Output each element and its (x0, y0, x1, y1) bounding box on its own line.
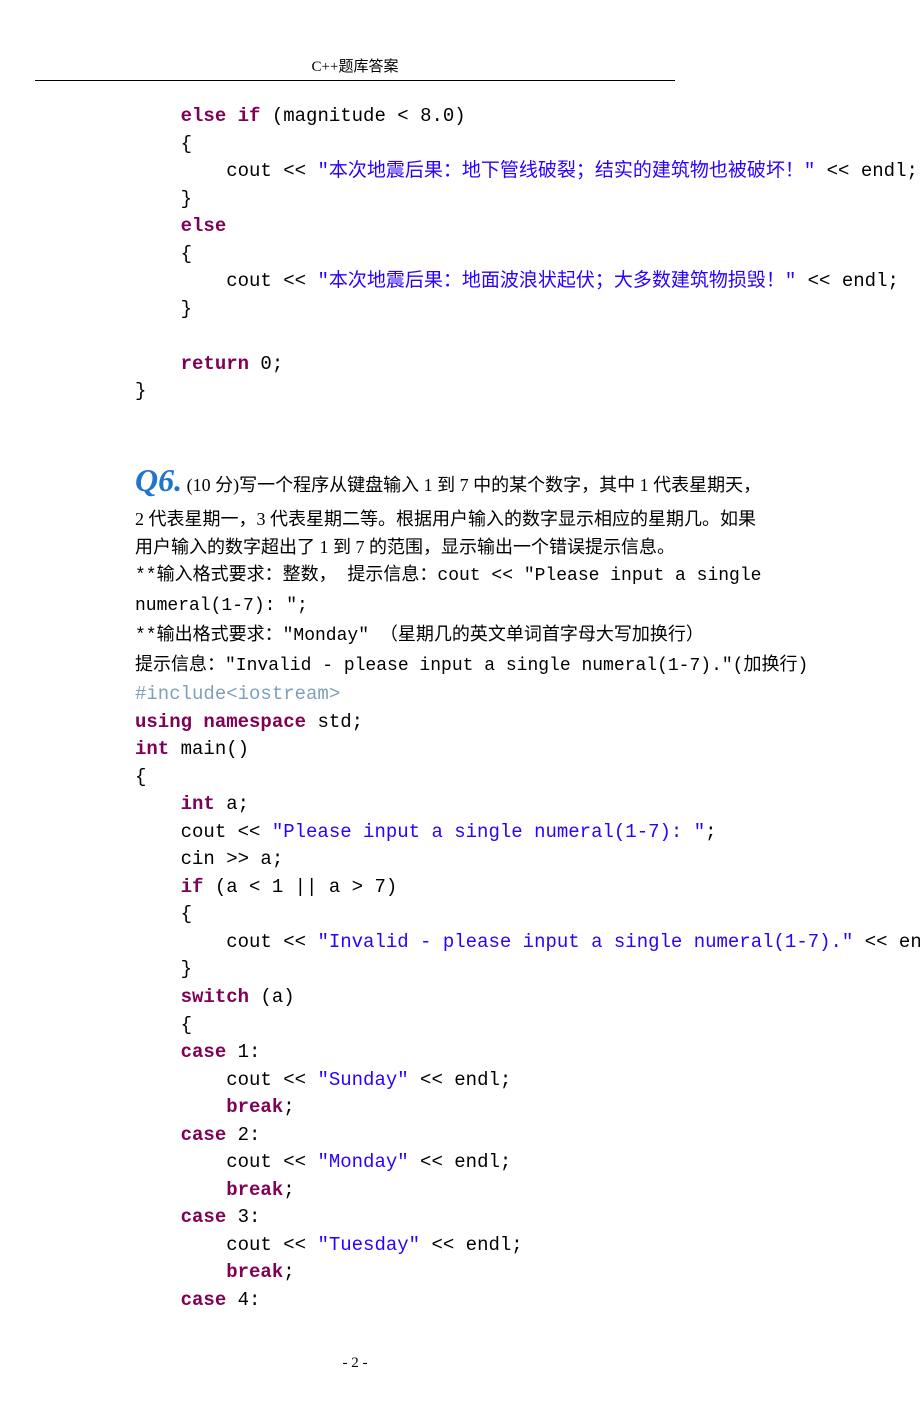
string-literal: "本次地震后果：地面波浪状起伏；大多数建筑物损毁！" (317, 270, 796, 292)
keyword-case: case (181, 1206, 227, 1228)
question-desc-line3: 用户输入的数字超出了 1 到 7 的范围，显示输出一个错误提示信息。 (135, 537, 675, 557)
question-desc-line4b: numeral(1-7): "; (135, 596, 308, 616)
string-literal: "Please input a single numeral(1-7): " (272, 821, 705, 843)
page-footer: - 2 - (35, 1355, 675, 1372)
string-literal: "本次地震后果：地下管线破裂；结实的建筑物也被破坏！" (317, 160, 815, 182)
include-directive: #include<iostream> (135, 683, 340, 705)
keyword-int: int (135, 793, 215, 815)
question-desc-line2: 2 代表星期一，3 代表星期二等。根据用户输入的数字显示相应的星期几。如果 (135, 509, 756, 529)
page-container: C++题库答案 else if (magnitude < 8.0) { cout… (0, 0, 920, 1412)
question-desc-line6: 提示信息："Invalid - please input a single nu… (135, 656, 808, 676)
question-desc-line1: (10 分)写一个程序从键盘输入 1 到 7 中的某个数字，其中 1 代表星期天… (182, 475, 761, 495)
keyword-if: if (135, 876, 203, 898)
code-block-2: #include<iostream> using namespace std; … (135, 681, 885, 1315)
keyword-else-if: else if (181, 105, 261, 127)
question-label: Q6. (135, 462, 182, 498)
keyword-break: break (226, 1096, 283, 1118)
keyword-break: break (226, 1261, 283, 1283)
keyword-case: case (181, 1124, 227, 1146)
string-literal: "Tuesday" (317, 1234, 420, 1256)
keyword-return: return (181, 353, 249, 375)
keyword-namespace: namespace (203, 711, 306, 733)
keyword-case: case (181, 1041, 227, 1063)
page-header: C++题库答案 (35, 55, 675, 81)
string-literal: "Invalid - please input a single numeral… (317, 931, 853, 953)
keyword-int: int (135, 738, 169, 760)
keyword-else: else (181, 215, 227, 237)
string-literal: "Monday" (317, 1151, 408, 1173)
question-6-block: Q6. (10 分)写一个程序从键盘输入 1 到 7 中的某个数字，其中 1 代… (135, 456, 885, 681)
string-literal: "Sunday" (317, 1069, 408, 1091)
code-block-1: else if (magnitude < 8.0) { cout << "本次地… (135, 103, 885, 406)
keyword-break: break (226, 1179, 283, 1201)
keyword-switch: switch (135, 986, 249, 1008)
question-desc-line4a: **输入格式要求：整数， 提示信息：cout << "Please input … (135, 566, 761, 586)
keyword-case: case (181, 1289, 227, 1311)
spacer (135, 406, 885, 456)
question-desc-line5: **输出格式要求："Monday" （星期几的英文单词首字母大写加换行） (135, 626, 704, 646)
keyword-using: using (135, 711, 192, 733)
